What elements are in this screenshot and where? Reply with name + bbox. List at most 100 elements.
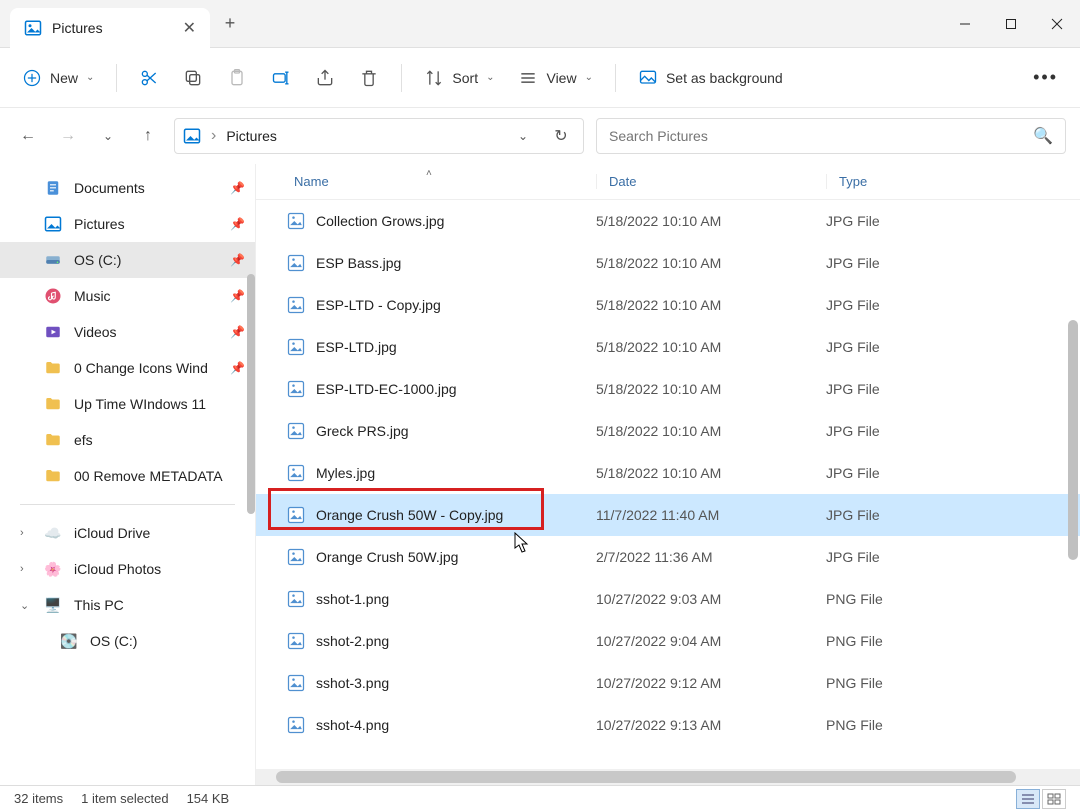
file-date: 5/18/2022 10:10 AM [596, 255, 826, 271]
image-file-icon [286, 673, 306, 693]
file-name: ESP-LTD-EC-1000.jpg [316, 381, 596, 397]
image-file-icon [286, 715, 306, 735]
copy-icon [183, 68, 203, 88]
address-dropdown-icon[interactable]: ⌄ [509, 122, 537, 150]
paste-button[interactable] [217, 58, 257, 98]
file-list-scrollbar[interactable] [1068, 320, 1078, 560]
file-name: Orange Crush 50W - Copy.jpg [316, 507, 596, 523]
file-row[interactable]: ESP-LTD.jpg5/18/2022 10:10 AMJPG File [256, 326, 1080, 368]
file-type: JPG File [826, 339, 1006, 355]
new-button[interactable]: New ⌄ [12, 58, 104, 98]
rename-button[interactable] [261, 58, 301, 98]
sidebar-item-label: Up Time WIndows 11 [74, 396, 206, 412]
sidebar-item[interactable]: OS (C:)📌 [0, 242, 255, 278]
file-row[interactable]: sshot-4.png10/27/2022 9:13 AMPNG File [256, 704, 1080, 746]
file-row[interactable]: Orange Crush 50W - Copy.jpg11/7/2022 11:… [256, 494, 1080, 536]
chevron-down-icon: ⌄ [20, 599, 29, 612]
image-file-icon [286, 337, 306, 357]
sidebar-item[interactable]: Pictures📌 [0, 206, 255, 242]
pin-icon: 📌 [230, 361, 245, 375]
sidebar-item[interactable]: efs [0, 422, 255, 458]
status-selected: 1 item selected [81, 791, 168, 806]
file-date: 5/18/2022 10:10 AM [596, 339, 826, 355]
close-window-button[interactable] [1034, 6, 1080, 42]
refresh-button[interactable]: ↻ [547, 122, 575, 150]
sidebar-item[interactable]: Videos📌 [0, 314, 255, 350]
delete-button[interactable] [349, 58, 389, 98]
forward-button[interactable]: → [54, 122, 82, 150]
file-type: JPG File [826, 213, 1006, 229]
doc-icon [44, 179, 62, 197]
scissors-icon [139, 68, 159, 88]
image-file-icon [286, 379, 306, 399]
up-button[interactable]: ↑ [134, 122, 162, 150]
maximize-button[interactable] [988, 6, 1034, 42]
details-view-button[interactable] [1016, 789, 1040, 809]
tab-pictures[interactable]: Pictures ✕ [10, 8, 210, 48]
address-bar[interactable]: › Pictures ⌄ ↻ [174, 118, 584, 154]
statusbar: 32 items 1 item selected 154 KB [0, 785, 1080, 811]
file-row[interactable]: ESP Bass.jpg5/18/2022 10:10 AMJPG File [256, 242, 1080, 284]
column-date[interactable]: Date [596, 174, 826, 189]
back-button[interactable]: ← [14, 122, 42, 150]
main: Documents📌Pictures📌OS (C:)📌Music📌Videos📌… [0, 164, 1080, 785]
sidebar-item-label: iCloud Drive [74, 525, 150, 541]
file-row[interactable]: sshot-2.png10/27/2022 9:04 AMPNG File [256, 620, 1080, 662]
thumbnails-view-button[interactable] [1042, 789, 1066, 809]
set-background-button[interactable]: Set as background [628, 58, 793, 98]
image-file-icon [286, 463, 306, 483]
share-button[interactable] [305, 58, 345, 98]
file-row[interactable]: sshot-3.png10/27/2022 9:12 AMPNG File [256, 662, 1080, 704]
tab-title: Pictures [52, 20, 103, 36]
sidebar-item[interactable]: Music📌 [0, 278, 255, 314]
file-row[interactable]: Greck PRS.jpg5/18/2022 10:10 AMJPG File [256, 410, 1080, 452]
sidebar-item-os-drive[interactable]: 💽 OS (C:) [0, 623, 255, 659]
view-icon [518, 68, 538, 88]
paste-icon [227, 68, 247, 88]
sort-indicator-icon: ˄ [426, 168, 432, 179]
separator [615, 64, 616, 92]
file-type: JPG File [826, 381, 1006, 397]
cut-button[interactable] [129, 58, 169, 98]
search-box[interactable]: 🔍 [596, 118, 1066, 154]
column-type[interactable]: Type [826, 174, 1006, 189]
sidebar-item[interactable]: 00 Remove METADATA [0, 458, 255, 494]
sidebar-item-label: iCloud Photos [74, 561, 161, 577]
sidebar-item-thispc[interactable]: ⌄ 🖥️ This PC [0, 587, 255, 623]
minimize-button[interactable] [942, 6, 988, 42]
video-icon [44, 323, 62, 341]
sidebar-item[interactable]: 0 Change Icons Wind📌 [0, 350, 255, 386]
close-tab-icon[interactable]: ✕ [183, 18, 196, 38]
file-row[interactable]: ESP-LTD-EC-1000.jpg5/18/2022 10:10 AMJPG… [256, 368, 1080, 410]
search-input[interactable] [609, 128, 1033, 144]
pin-icon: 📌 [230, 325, 245, 339]
more-button[interactable]: ••• [1023, 58, 1068, 98]
view-button[interactable]: View ⌄ [508, 58, 602, 98]
sidebar-item-label: OS (C:) [74, 252, 121, 268]
cloud-icon: ☁️ [44, 524, 62, 542]
column-name[interactable]: Name ˄ [286, 174, 596, 189]
recent-dropdown[interactable]: ⌄ [94, 122, 122, 150]
copy-button[interactable] [173, 58, 213, 98]
sidebar-item[interactable]: Up Time WIndows 11 [0, 386, 255, 422]
file-date: 10/27/2022 9:13 AM [596, 717, 826, 733]
sidebar-scrollbar[interactable] [247, 274, 255, 514]
ellipsis-icon: ••• [1033, 67, 1058, 88]
file-row[interactable]: Orange Crush 50W.jpg2/7/2022 11:36 AMJPG… [256, 536, 1080, 578]
file-type: JPG File [826, 549, 1006, 565]
search-icon[interactable]: 🔍 [1033, 126, 1053, 146]
sort-button[interactable]: Sort ⌄ [414, 58, 504, 98]
scrollbar-thumb[interactable] [276, 771, 1016, 783]
file-name: Myles.jpg [316, 465, 596, 481]
file-row[interactable]: Myles.jpg5/18/2022 10:10 AMJPG File [256, 452, 1080, 494]
file-row[interactable]: sshot-1.png10/27/2022 9:03 AMPNG File [256, 578, 1080, 620]
sidebar-item-icloud-photos[interactable]: › 🌸 iCloud Photos [0, 551, 255, 587]
sidebar-item[interactable]: Documents📌 [0, 170, 255, 206]
file-type: JPG File [826, 255, 1006, 271]
file-row[interactable]: ESP-LTD - Copy.jpg5/18/2022 10:10 AMJPG … [256, 284, 1080, 326]
horizontal-scrollbar[interactable] [256, 769, 1080, 785]
sidebar-item-icloud-drive[interactable]: › ☁️ iCloud Drive [0, 515, 255, 551]
file-row[interactable]: Collection Grows.jpg5/18/2022 10:10 AMJP… [256, 200, 1080, 242]
new-tab-button[interactable]: + [210, 13, 250, 34]
file-area: Name ˄ Date Type Collection Grows.jpg5/1… [256, 164, 1080, 785]
